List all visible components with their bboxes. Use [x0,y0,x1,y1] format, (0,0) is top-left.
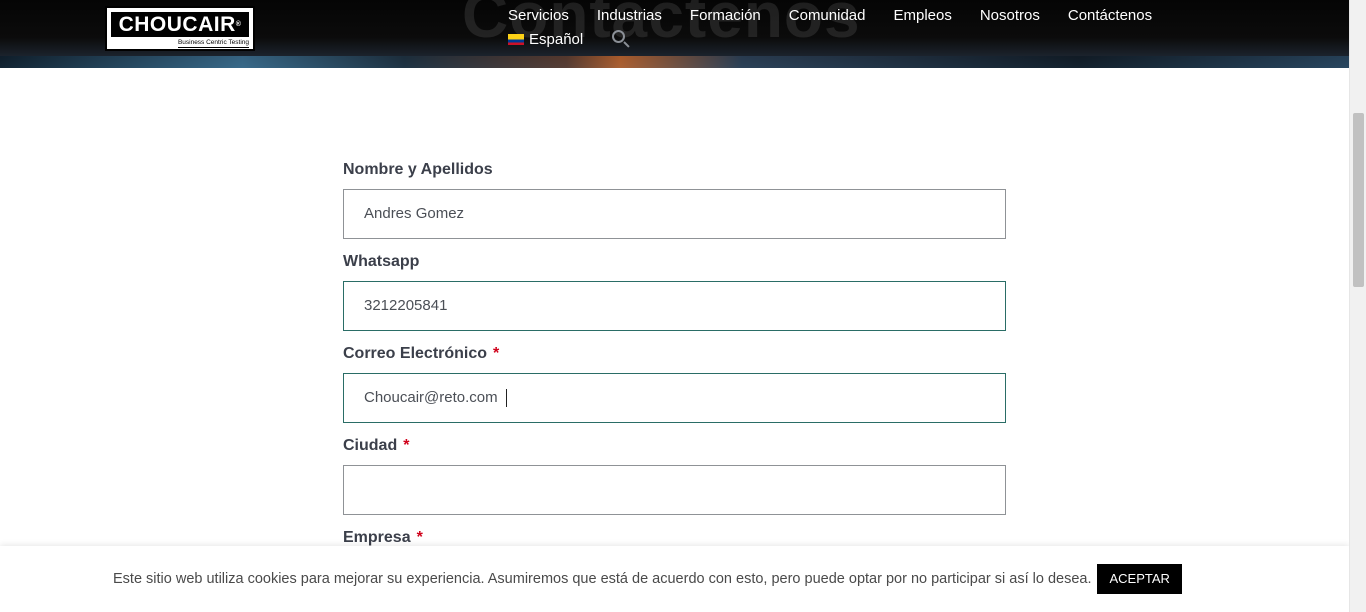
email-input[interactable]: Choucair@reto.com [343,373,1006,423]
language-label: Español [529,30,584,48]
city-label: Ciudad * [343,437,410,454]
nav-item-industrias[interactable]: Industrias [583,5,676,27]
scrollbar-thumb[interactable] [1353,113,1364,287]
text-caret [505,389,507,408]
cookie-consent-bar: Este sitio web utiliza cookies para mejo… [0,546,1349,612]
logo-tagline: Business Centric Testing [177,39,249,48]
hero-image-strip [0,56,1349,68]
nav-item-comunidad[interactable]: Comunidad [775,5,880,27]
name-label: Nombre y Apellidos [343,161,493,178]
language-selector[interactable]: Español [494,31,583,48]
required-mark: * [493,345,500,362]
name-input[interactable]: Andres Gomez [343,189,1006,239]
nav-item-servicios[interactable]: Servicios [494,5,583,27]
whatsapp-label: Whatsapp [343,253,420,270]
contact-form: Nombre y Apellidos Andres Gomez Whatsapp… [343,160,1006,548]
nav-item-formacion[interactable]: Formación [676,5,775,27]
colombia-flag-icon [508,33,524,45]
required-mark: * [403,437,410,454]
whatsapp-input[interactable]: 3212205841 [343,281,1006,331]
city-input[interactable] [343,465,1006,515]
nav-item-nosotros[interactable]: Nosotros [966,5,1054,27]
nav-item-contactenos[interactable]: Contáctenos [1054,5,1166,27]
search-icon[interactable] [611,29,631,49]
nav-item-empleos[interactable]: Empleos [879,5,965,27]
site-header: Contáctenos CHOUCAIR® Business Centric T… [0,0,1349,68]
page: Contáctenos CHOUCAIR® Business Centric T… [0,0,1366,612]
choucair-logo[interactable]: CHOUCAIR® Business Centric Testing [105,6,255,51]
cookie-message: Este sitio web utiliza cookies para mejo… [113,571,1092,587]
accept-cookies-button[interactable]: ACEPTAR [1097,564,1182,594]
email-label: Correo Electrónico * [343,345,500,362]
main-nav: Servicios Industrias Formación Comunidad… [494,5,1174,49]
email-value: Choucair@reto.com [364,389,498,406]
company-label: Empresa * [343,529,423,546]
required-mark: * [416,529,423,546]
logo-brand: CHOUCAIR® [111,12,249,37]
page-scrollbar[interactable] [1349,0,1366,612]
